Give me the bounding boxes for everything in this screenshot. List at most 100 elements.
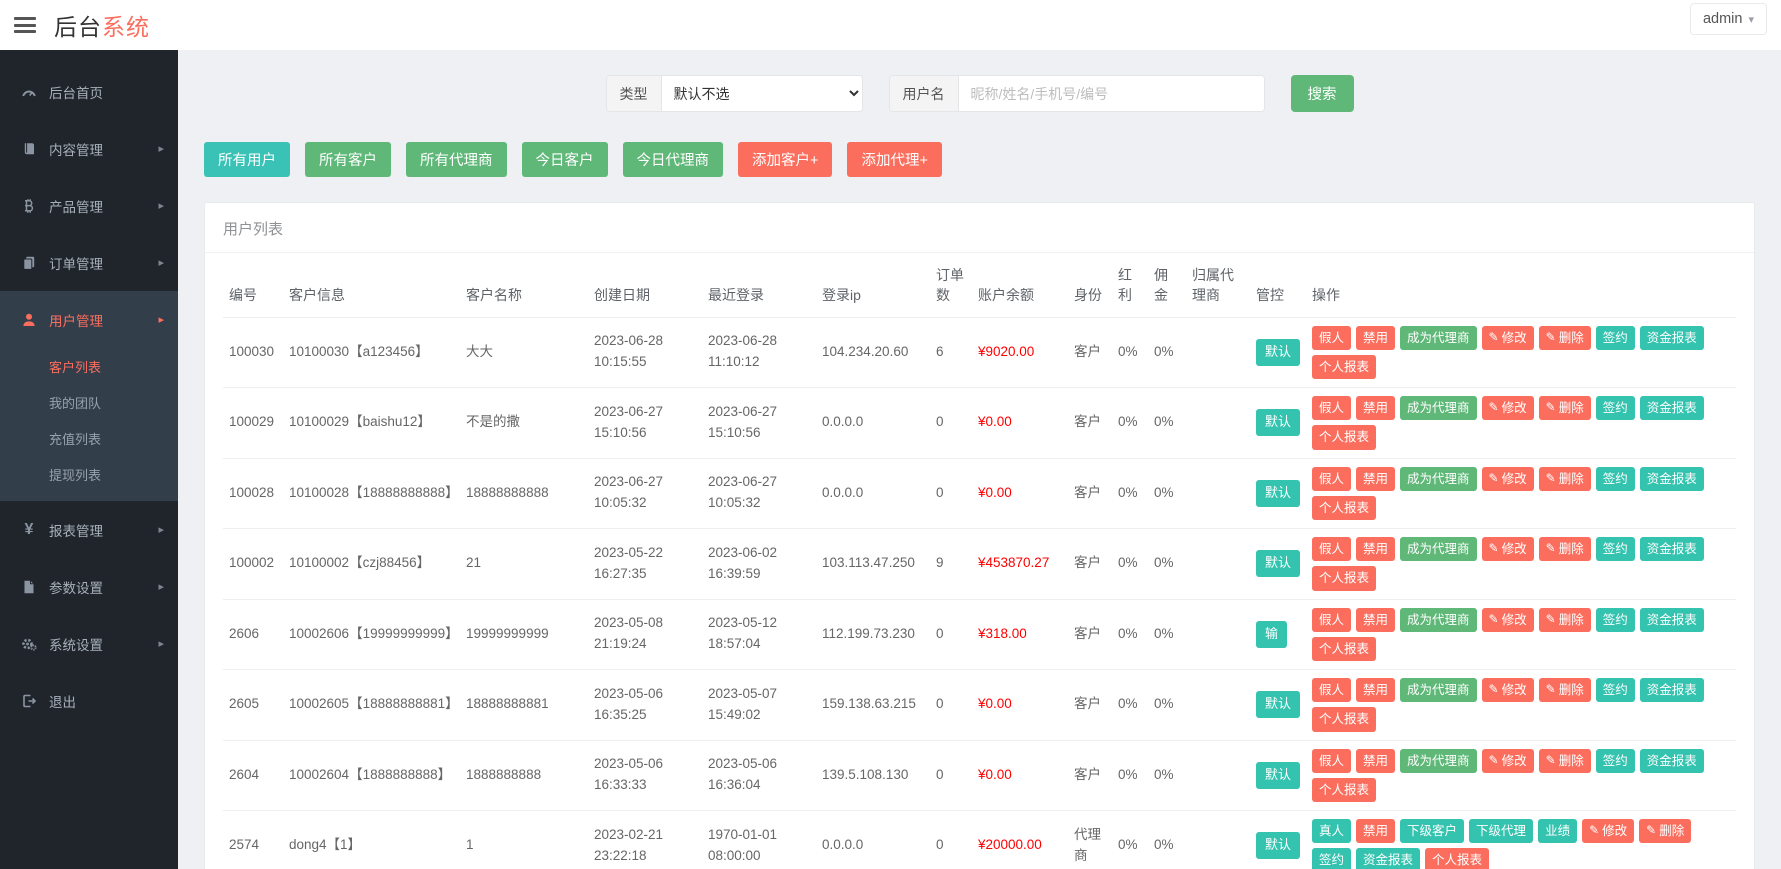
all-customers-button[interactable]: 所有客户 <box>305 142 391 177</box>
op-edit-button[interactable]: ✎ 修改 <box>1481 396 1534 421</box>
op-edit-button[interactable]: ✎ 修改 <box>1481 537 1534 562</box>
op-fund-report-button[interactable]: 资金报表 <box>1639 607 1704 632</box>
op-fake-user-button[interactable]: 假人 <box>1312 466 1352 491</box>
sidebar-item-content[interactable]: 内容管理 ▸ <box>0 120 178 177</box>
op-edit-button[interactable]: ✎ 修改 <box>1481 325 1534 350</box>
op-performance-button[interactable]: 业绩 <box>1538 819 1578 844</box>
all-users-button[interactable]: 所有用户 <box>204 142 290 177</box>
sidebar-item-products[interactable]: 产品管理 ▸ <box>0 177 178 234</box>
op-delete-button[interactable]: ✎ 删除 <box>1639 819 1692 844</box>
control-chip[interactable]: 默认 <box>1256 479 1301 507</box>
op-fake-user-button[interactable]: 假人 <box>1312 678 1352 703</box>
op-become-agent-button[interactable]: 成为代理商 <box>1400 748 1477 773</box>
op-edit-button[interactable]: ✎ 修改 <box>1481 678 1534 703</box>
control-chip[interactable]: 输 <box>1256 620 1288 648</box>
cell-orders: 0 <box>930 458 972 530</box>
sidebar-item-my-team[interactable]: 我的团队 <box>0 384 178 420</box>
op-delete-button[interactable]: ✎ 删除 <box>1538 466 1591 491</box>
sidebar-item-users[interactable]: 用户管理 ▸ <box>0 291 178 348</box>
op-sign-button[interactable]: 签约 <box>1595 325 1635 350</box>
op-fake-user-button[interactable]: 假人 <box>1312 537 1352 562</box>
op-personal-report-button[interactable]: 个人报表 <box>1312 707 1377 732</box>
op-become-agent-button[interactable]: 成为代理商 <box>1400 607 1477 632</box>
hamburger-menu-icon[interactable] <box>14 17 36 33</box>
op-edit-button[interactable]: ✎ 修改 <box>1481 748 1534 773</box>
op-delete-button[interactable]: ✎ 删除 <box>1538 748 1591 773</box>
all-agents-button[interactable]: 所有代理商 <box>406 142 507 177</box>
op-delete-button[interactable]: ✎ 删除 <box>1538 607 1591 632</box>
op-become-agent-button[interactable]: 成为代理商 <box>1400 396 1477 421</box>
op-personal-report-button[interactable]: 个人报表 <box>1312 777 1377 803</box>
op-delete-button[interactable]: ✎ 删除 <box>1538 678 1591 703</box>
op-personal-report-button[interactable]: 个人报表 <box>1425 848 1490 869</box>
type-select[interactable]: 默认不选 <box>661 76 862 111</box>
op-personal-report-button[interactable]: 个人报表 <box>1312 425 1377 450</box>
sidebar-item-logout[interactable]: 退出 <box>0 672 178 729</box>
op-disable-button[interactable]: 禁用 <box>1356 325 1396 350</box>
op-become-agent-button[interactable]: 成为代理商 <box>1400 325 1477 350</box>
op-fund-report-button[interactable]: 资金报表 <box>1639 537 1704 562</box>
sidebar-item-dashboard[interactable]: 后台首页 <box>0 63 178 120</box>
control-chip[interactable]: 默认 <box>1256 691 1301 719</box>
op-personal-report-button[interactable]: 个人报表 <box>1312 354 1377 380</box>
op-edit-button[interactable]: ✎ 修改 <box>1481 466 1534 491</box>
op-sign-button[interactable]: 签约 <box>1595 537 1635 562</box>
admin-user-menu[interactable]: admin ▾ <box>1689 3 1767 35</box>
op-delete-button[interactable]: ✎ 删除 <box>1538 537 1591 562</box>
op-fund-report-button[interactable]: 资金报表 <box>1356 848 1421 869</box>
op-disable-button[interactable]: 禁用 <box>1356 748 1396 773</box>
op-edit-button[interactable]: ✎ 修改 <box>1481 607 1534 632</box>
op-disable-button[interactable]: 禁用 <box>1356 537 1396 562</box>
op-fake-user-button[interactable]: 假人 <box>1312 748 1352 773</box>
add-agent-button[interactable]: 添加代理+ <box>847 142 942 177</box>
op-sign-button[interactable]: 签约 <box>1595 466 1635 491</box>
control-chip[interactable]: 默认 <box>1256 338 1301 366</box>
control-chip[interactable]: 默认 <box>1256 832 1301 860</box>
add-customer-button[interactable]: 添加客户+ <box>738 142 833 177</box>
op-sign-button[interactable]: 签约 <box>1595 396 1635 421</box>
username-input[interactable] <box>958 76 1264 111</box>
op-personal-report-button[interactable]: 个人报表 <box>1312 636 1377 662</box>
op-disable-button[interactable]: 禁用 <box>1356 678 1396 703</box>
op-fake-user-button[interactable]: 假人 <box>1312 607 1352 632</box>
search-button[interactable]: 搜索 <box>1290 75 1354 112</box>
op-disable-button[interactable]: 禁用 <box>1356 396 1396 421</box>
op-disable-button[interactable]: 禁用 <box>1356 607 1396 632</box>
control-chip[interactable]: 默认 <box>1256 550 1301 578</box>
sidebar-item-customer-list[interactable]: 客户列表 <box>0 348 178 384</box>
sidebar-item-system[interactable]: 系统设置 ▸ <box>0 615 178 672</box>
control-chip[interactable]: 默认 <box>1256 409 1301 437</box>
op-disable-button[interactable]: 禁用 <box>1356 819 1396 844</box>
op-fund-report-button[interactable]: 资金报表 <box>1639 466 1704 491</box>
sidebar-item-recharge-list[interactable]: 充值列表 <box>0 420 178 456</box>
sidebar-item-reports[interactable]: ¥ 报表管理 ▸ <box>0 501 178 558</box>
op-fund-report-button[interactable]: 资金报表 <box>1639 396 1704 421</box>
sidebar-item-params[interactable]: 参数设置 ▸ <box>0 558 178 615</box>
op-become-agent-button[interactable]: 成为代理商 <box>1400 678 1477 703</box>
op-personal-report-button[interactable]: 个人报表 <box>1312 495 1377 521</box>
today-customers-button[interactable]: 今日客户 <box>521 142 608 177</box>
op-sub-agents-button[interactable]: 下级代理 <box>1469 819 1534 844</box>
op-become-agent-button[interactable]: 成为代理商 <box>1400 537 1477 562</box>
op-edit-button[interactable]: ✎ 修改 <box>1582 819 1635 844</box>
op-fake-user-button[interactable]: 假人 <box>1312 325 1352 350</box>
op-become-agent-button[interactable]: 成为代理商 <box>1400 466 1477 491</box>
op-sign-button[interactable]: 签约 <box>1595 678 1635 703</box>
op-disable-button[interactable]: 禁用 <box>1356 466 1396 491</box>
op-fund-report-button[interactable]: 资金报表 <box>1639 325 1704 350</box>
sidebar-item-orders[interactable]: 订单管理 ▸ <box>0 234 178 291</box>
op-sign-button[interactable]: 签约 <box>1595 748 1635 773</box>
op-sub-customers-button[interactable]: 下级客户 <box>1400 819 1465 844</box>
op-personal-report-button[interactable]: 个人报表 <box>1312 566 1377 591</box>
op-delete-button[interactable]: ✎ 删除 <box>1538 325 1591 350</box>
op-sign-button[interactable]: 签约 <box>1312 848 1352 869</box>
op-sign-button[interactable]: 签约 <box>1595 607 1635 632</box>
op-real-user-button[interactable]: 真人 <box>1312 819 1352 844</box>
op-delete-button[interactable]: ✎ 删除 <box>1538 396 1591 421</box>
op-fund-report-button[interactable]: 资金报表 <box>1639 678 1704 703</box>
control-chip[interactable]: 默认 <box>1256 761 1301 789</box>
op-fund-report-button[interactable]: 资金报表 <box>1639 748 1704 773</box>
today-agents-button[interactable]: 今日代理商 <box>622 142 723 177</box>
sidebar-item-withdraw-list[interactable]: 提现列表 <box>0 456 178 492</box>
op-fake-user-button[interactable]: 假人 <box>1312 396 1352 421</box>
